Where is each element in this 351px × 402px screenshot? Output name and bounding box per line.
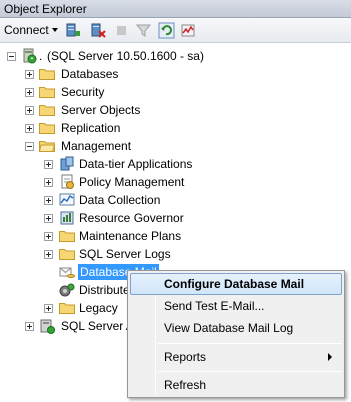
expand-toggle[interactable] bbox=[25, 124, 34, 133]
context-menu: Configure Database Mail Send Test E-Mail… bbox=[127, 270, 345, 398]
tree-node-data-collection[interactable]: Data Collection bbox=[0, 191, 351, 209]
connect-object-icon[interactable] bbox=[64, 22, 81, 39]
dtc-icon bbox=[59, 283, 75, 297]
collapse-toggle[interactable] bbox=[25, 142, 34, 151]
tree-node-policy-management[interactable]: Policy Management bbox=[0, 173, 351, 191]
menu-item-configure-database-mail[interactable]: Configure Database Mail bbox=[130, 273, 342, 295]
title-bar: Object Explorer bbox=[0, 0, 351, 18]
activity-monitor-icon[interactable] bbox=[180, 22, 197, 39]
tree-node-replication[interactable]: Replication bbox=[0, 119, 351, 137]
refresh-icon[interactable] bbox=[158, 22, 175, 39]
submenu-arrow-icon bbox=[328, 353, 332, 361]
tree-node-management[interactable]: Management bbox=[0, 137, 351, 155]
menu-item-reports[interactable]: Reports bbox=[130, 346, 342, 368]
menu-separator bbox=[158, 371, 342, 372]
tree-node-security[interactable]: Security bbox=[0, 83, 351, 101]
expand-toggle[interactable] bbox=[25, 88, 34, 97]
connect-dropdown-icon[interactable] bbox=[52, 28, 58, 32]
expand-toggle[interactable] bbox=[44, 178, 53, 187]
window-title: Object Explorer bbox=[4, 2, 87, 16]
expand-toggle[interactable] bbox=[44, 250, 53, 259]
expand-toggle[interactable] bbox=[44, 304, 53, 313]
resource-governor-icon bbox=[60, 211, 74, 225]
expand-toggle[interactable] bbox=[44, 232, 53, 241]
menu-separator bbox=[158, 343, 342, 344]
folder-icon bbox=[39, 123, 55, 134]
menu-item-send-test-email[interactable]: Send Test E-Mail... bbox=[130, 295, 342, 317]
policy-icon bbox=[61, 174, 74, 189]
expand-toggle[interactable] bbox=[25, 106, 34, 115]
server-icon bbox=[23, 48, 37, 64]
folder-icon bbox=[59, 249, 75, 260]
database-mail-icon bbox=[59, 267, 75, 278]
menu-item-refresh[interactable]: Refresh bbox=[130, 374, 342, 396]
tree-node-resource-governor[interactable]: Resource Governor bbox=[0, 209, 351, 227]
expand-toggle[interactable] bbox=[25, 322, 34, 331]
folder-icon bbox=[39, 69, 55, 80]
folder-open-icon bbox=[39, 141, 55, 152]
collapse-toggle[interactable] bbox=[7, 52, 16, 61]
server-label: (SQL Server 10.50.1600 - sa) bbox=[47, 49, 204, 63]
expand-toggle[interactable] bbox=[44, 160, 53, 169]
data-collection-icon bbox=[59, 193, 75, 206]
folder-icon bbox=[39, 87, 55, 98]
tree-node-server-objects[interactable]: Server Objects bbox=[0, 101, 351, 119]
menu-item-view-database-mail-log[interactable]: View Database Mail Log bbox=[130, 317, 342, 339]
toolbar: Connect bbox=[0, 18, 351, 43]
folder-icon bbox=[59, 303, 75, 314]
expand-toggle[interactable] bbox=[25, 70, 34, 79]
expand-toggle[interactable] bbox=[44, 196, 53, 205]
sql-agent-icon bbox=[40, 319, 55, 334]
tree-node-databases[interactable]: Databases bbox=[0, 65, 351, 83]
folder-icon bbox=[39, 105, 55, 116]
tree-node-server[interactable]: . (SQL Server 10.50.1600 - sa) bbox=[0, 47, 351, 65]
folder-icon bbox=[59, 231, 75, 242]
disconnect-icon[interactable] bbox=[89, 22, 106, 39]
connect-button[interactable]: Connect bbox=[4, 23, 49, 37]
tree-node-sql-server-logs[interactable]: SQL Server Logs bbox=[0, 245, 351, 263]
stop-icon[interactable] bbox=[113, 22, 130, 39]
data-tier-app-icon bbox=[60, 156, 74, 171]
tree-node-data-tier-applications[interactable]: Data-tier Applications bbox=[0, 155, 351, 173]
filter-icon[interactable] bbox=[135, 22, 152, 39]
tree-node-maintenance-plans[interactable]: Maintenance Plans bbox=[0, 227, 351, 245]
expand-toggle[interactable] bbox=[44, 214, 53, 223]
